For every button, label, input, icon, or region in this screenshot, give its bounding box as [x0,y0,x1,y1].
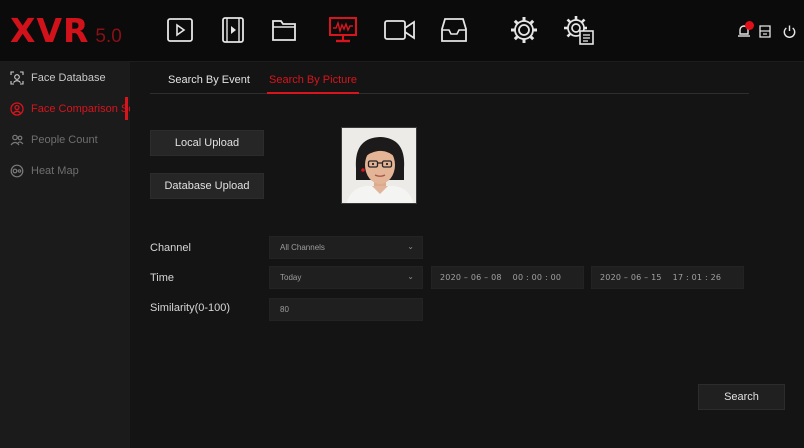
monitor-wave-icon[interactable] [324,12,362,48]
people-icon [10,133,24,147]
start-datetime-field[interactable]: 2020 – 06 – 08 00 : 00 : 00 [431,266,584,289]
channel-value: All Channels [280,243,325,252]
similarity-value: 80 [280,305,289,314]
power-icon[interactable] [779,21,799,41]
heatmap-icon [10,164,24,178]
logo-brand: XVR [10,11,90,50]
similarity-input[interactable]: 80 [269,298,423,321]
logo-version: 5.0 [95,26,122,47]
alarm-icon[interactable] [734,21,754,41]
time-value: Today [280,273,302,282]
video-file-icon[interactable] [214,12,252,48]
search-tabs: Search By Event Search By Picture [150,66,749,94]
folder-icon[interactable] [265,12,303,48]
tab-search-by-event[interactable]: Search By Event [168,66,250,94]
search-button[interactable]: Search [698,384,785,410]
logo: XVR 5.0 [10,7,140,55]
sidebar-item-people-count[interactable]: People Count [0,124,130,155]
sidebar-item-heat-map[interactable]: Heat Map [0,155,130,186]
channel-select[interactable]: All Channels ⌄ [269,236,423,259]
sidebar-item-face-database[interactable]: Face Database [0,62,130,93]
similarity-label: Similarity(0-100) [150,302,231,314]
chevron-down-icon: ⌄ [407,272,414,281]
sidebar-item-label: People Count [31,133,98,146]
sidebar-item-face-comparison[interactable]: Face Comparison Sea [0,93,130,124]
chevron-down-icon: ⌄ [407,242,414,251]
settings-list-icon[interactable] [560,12,598,48]
camera-icon[interactable] [381,12,419,48]
storage-icon[interactable] [755,21,775,41]
local-upload-button[interactable]: Local Upload [150,130,264,156]
alarm-badge [745,21,754,30]
end-datetime-field[interactable]: 2020 – 06 – 15 17 : 01 : 26 [591,266,744,289]
database-upload-button[interactable]: Database Upload [150,173,264,199]
top-bar: XVR 5.0 [0,0,804,62]
face-scan-icon [10,70,24,85]
play-icon[interactable] [161,12,199,48]
gear-icon[interactable] [505,12,543,48]
uploaded-face-image[interactable] [341,127,417,204]
main-panel: Search By Event Search By Picture Local … [130,62,804,448]
time-label: Time [150,272,175,284]
sidebar-item-label: Face Comparison Sea [31,102,130,115]
face-compare-icon [10,101,24,116]
inbox-icon[interactable] [435,12,473,48]
sidebar: Face Database Face Comparison Sea People… [0,62,130,448]
sidebar-item-label: Face Database [31,71,106,84]
sidebar-item-label: Heat Map [31,164,79,177]
time-select[interactable]: Today ⌄ [269,266,423,289]
tab-search-by-picture[interactable]: Search By Picture [267,66,360,94]
channel-label: Channel [150,242,191,254]
